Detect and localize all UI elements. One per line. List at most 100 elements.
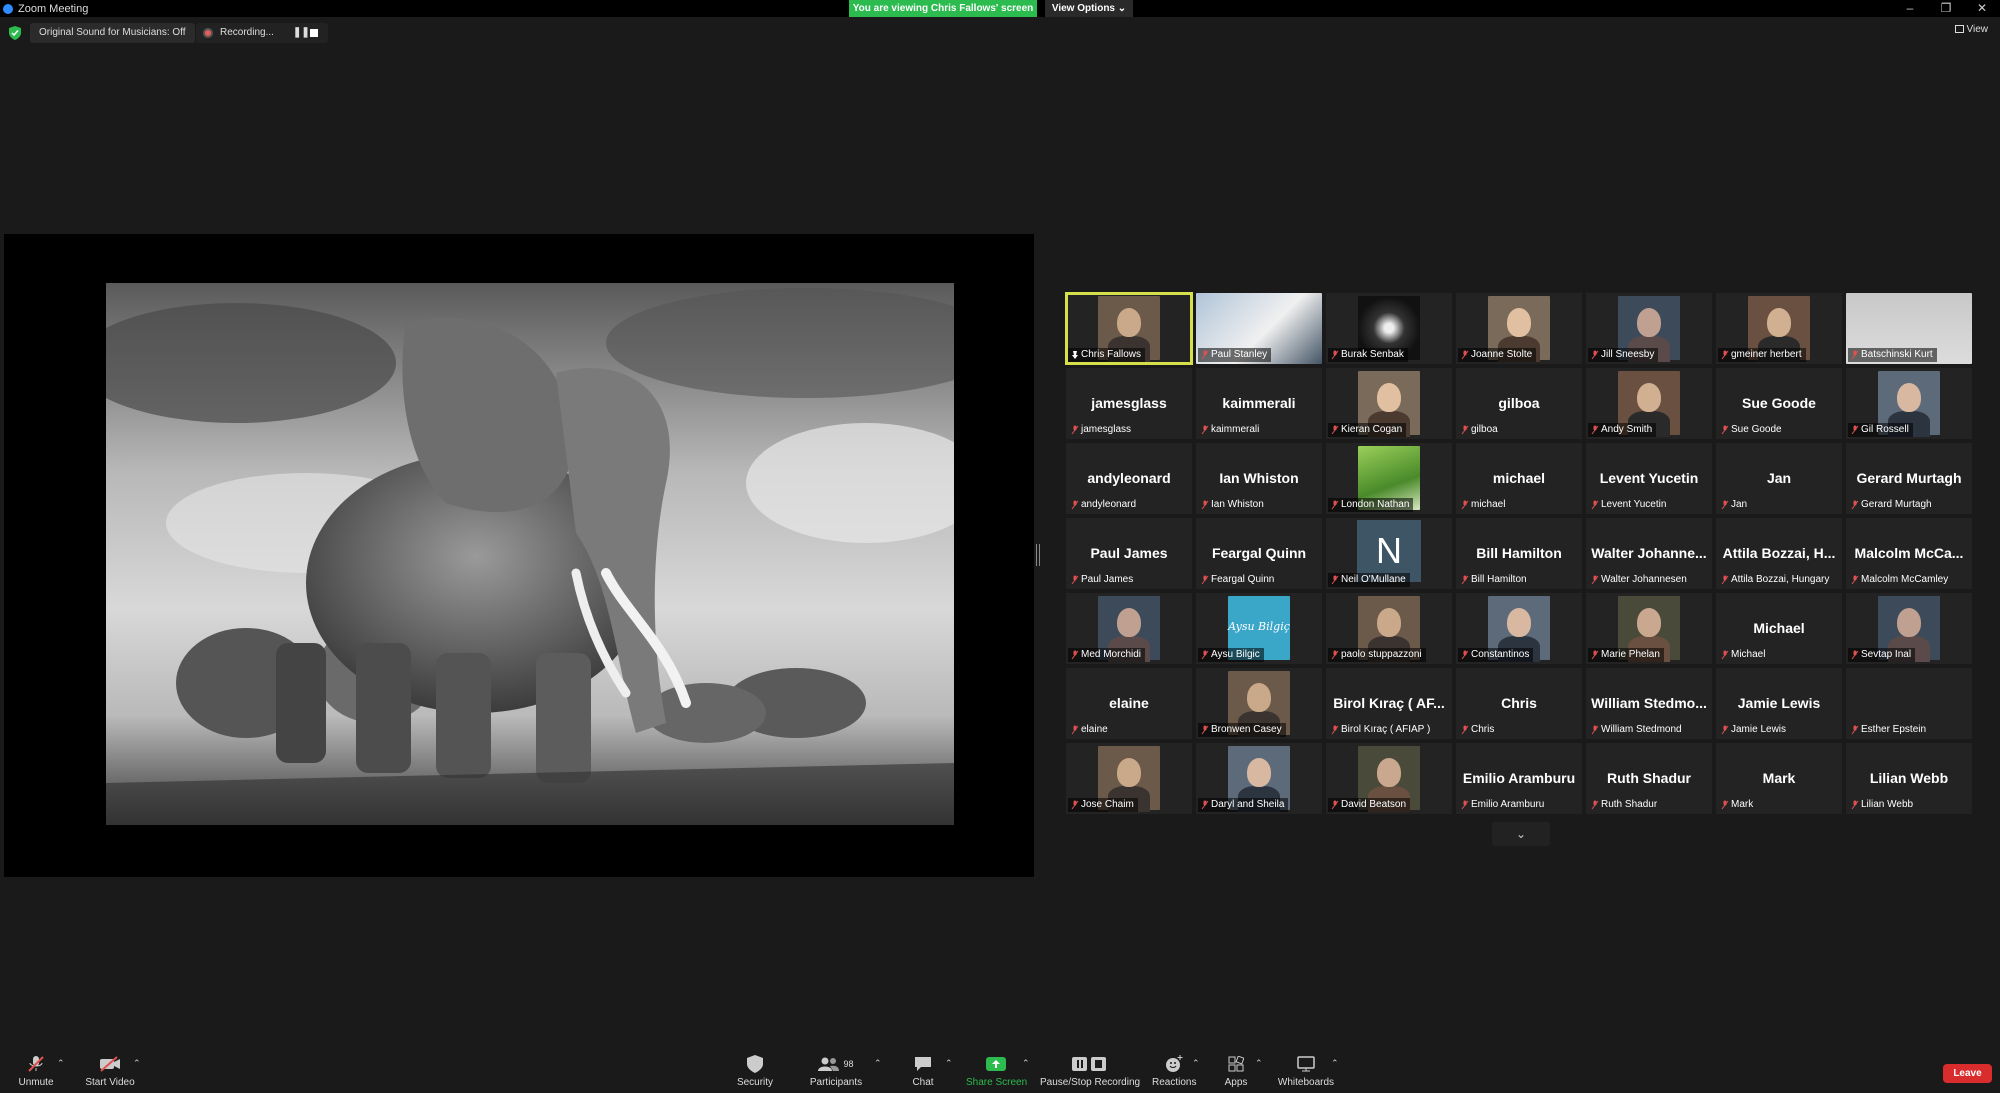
leave-button[interactable]: Leave: [1943, 1064, 1992, 1083]
view-options-button[interactable]: View Options ⌄: [1045, 0, 1133, 17]
participant-tile[interactable]: Ruth Shadur Ruth Shadur: [1586, 743, 1712, 814]
participant-tile[interactable]: Jamie Lewis Jamie Lewis: [1716, 668, 1842, 739]
apps-button[interactable]: Apps: [1220, 1054, 1252, 1092]
participant-tile[interactable]: elaine elaine: [1066, 668, 1192, 739]
participant-display-name: Sue Goode: [1742, 395, 1816, 411]
participant-tile[interactable]: Sue Goode Sue Goode: [1716, 368, 1842, 439]
share-options-caret-icon[interactable]: ⌃: [1022, 1058, 1030, 1069]
participant-tile[interactable]: Paul Stanley: [1196, 293, 1322, 364]
participant-name-label: Chris Fallows: [1068, 348, 1146, 362]
participant-tile[interactable]: Andy Smith: [1586, 368, 1712, 439]
mic-muted-icon: [1461, 500, 1469, 510]
view-button[interactable]: View: [1954, 24, 1988, 35]
participant-tile[interactable]: Lilian Webb Lilian Webb: [1846, 743, 1972, 814]
panel-resize-handle[interactable]: [1036, 544, 1040, 566]
participant-name: andyleonard: [1081, 499, 1137, 510]
participant-tile[interactable]: Chris Fallows: [1065, 292, 1193, 365]
participant-tile[interactable]: Ian Whiston Ian Whiston: [1196, 443, 1322, 514]
participants-button[interactable]: 98 Participants: [808, 1054, 864, 1092]
pause-stop-recording-button[interactable]: Pause/Stop Recording: [1040, 1054, 1140, 1092]
participant-tile[interactable]: Jan Jan: [1716, 443, 1842, 514]
participant-tile[interactable]: Walter Johanne... Walter Johannesen: [1586, 518, 1712, 589]
participant-tile[interactable]: William Stedmo... William Stedmond: [1586, 668, 1712, 739]
participant-tile[interactable]: paolo stuppazzoni: [1326, 593, 1452, 664]
chat-button[interactable]: Chat: [905, 1054, 941, 1092]
participant-tile[interactable]: Malcolm McCa... Malcolm McCamley: [1846, 518, 1972, 589]
participant-name: Jan: [1731, 499, 1748, 510]
participant-logo-text: Aysu Bilgiç: [1228, 620, 1290, 633]
participant-name: Levent Yucetin: [1601, 499, 1667, 510]
whiteboards-options-caret-icon[interactable]: ⌃: [1331, 1058, 1339, 1069]
participant-tile[interactable]: Paul James Paul James: [1066, 518, 1192, 589]
participant-tile[interactable]: Attila Bozzai, H... Attila Bozzai, Hungar…: [1716, 518, 1842, 589]
participant-name-label: michael: [1458, 498, 1509, 512]
window-title: Zoom Meeting: [18, 2, 89, 15]
apps-options-caret-icon[interactable]: ⌃: [1255, 1058, 1263, 1069]
participant-tile[interactable]: Feargal Quinn Feargal Quinn: [1196, 518, 1322, 589]
unmute-button[interactable]: Unmute: [14, 1054, 58, 1092]
participant-tile[interactable]: andyleonard andyleonard: [1066, 443, 1192, 514]
participant-tile[interactable]: David Beatson: [1326, 743, 1452, 814]
participant-tile[interactable]: jamesglass jamesglass: [1066, 368, 1192, 439]
participant-tile[interactable]: Constantinos: [1456, 593, 1582, 664]
participant-tile[interactable]: Bill Hamilton Bill Hamilton: [1456, 518, 1582, 589]
participant-tile[interactable]: gilboa gilboa: [1456, 368, 1582, 439]
stop-recording-icon[interactable]: [310, 29, 318, 37]
participant-tile[interactable]: Emilio Aramburu Emilio Aramburu: [1456, 743, 1582, 814]
participant-tile[interactable]: N Neil O'Mullane: [1326, 518, 1452, 589]
whiteboards-button[interactable]: Whiteboards: [1276, 1054, 1336, 1092]
participant-name: Jill Sneesby: [1601, 349, 1655, 360]
participant-tile[interactable]: Chris Chris: [1456, 668, 1582, 739]
audio-options-caret-icon[interactable]: ⌃: [57, 1058, 65, 1069]
participant-tile[interactable]: Daryl and Sheila: [1196, 743, 1322, 814]
mic-muted-icon: [1071, 725, 1079, 735]
participants-options-caret-icon[interactable]: ⌃: [874, 1058, 882, 1069]
scroll-down-chevron-icon[interactable]: ⌄: [1492, 822, 1550, 846]
participant-tile[interactable]: Jill Sneesby: [1586, 293, 1712, 364]
participant-tile[interactable]: Michael Michael: [1716, 593, 1842, 664]
original-sound-toggle[interactable]: Original Sound for Musicians: Off: [30, 23, 195, 43]
participant-name-label: Mark: [1718, 798, 1757, 812]
participant-tile[interactable]: Batschinski Kurt: [1846, 293, 1972, 364]
participant-tile[interactable]: Aysu Bilgiç Aysu Bilgic: [1196, 593, 1322, 664]
participant-tile[interactable]: Levent Yucetin Levent Yucetin: [1586, 443, 1712, 514]
participant-name: William Stedmond: [1601, 724, 1682, 735]
participant-tile[interactable]: Esther Epstein: [1846, 668, 1972, 739]
video-options-caret-icon[interactable]: ⌃: [133, 1058, 141, 1069]
participant-tile[interactable]: Med Morchidi: [1066, 593, 1192, 664]
chat-options-caret-icon[interactable]: ⌃: [945, 1058, 953, 1069]
participant-tile[interactable]: Burak Senbak: [1326, 293, 1452, 364]
pause-recording-icon[interactable]: ❚❚: [293, 23, 310, 43]
participant-name-label: Bronwen Casey: [1198, 723, 1286, 737]
share-screen-button[interactable]: Share Screen: [966, 1054, 1027, 1092]
participant-tile[interactable]: kaimmerali kaimmerali: [1196, 368, 1322, 439]
participant-display-name: Attila Bozzai, H...: [1722, 545, 1836, 561]
mic-muted-icon: [1721, 425, 1729, 435]
participant-tile[interactable]: Marie Phelan: [1586, 593, 1712, 664]
participant-tile[interactable]: Gil Rossell: [1846, 368, 1972, 439]
participant-display-name: Birol Kıraç ( AF...: [1333, 695, 1445, 711]
participant-name: jamesglass: [1081, 424, 1132, 435]
participants-icon: [818, 1057, 840, 1071]
restore-button[interactable]: ❐: [1928, 0, 1964, 17]
participant-tile[interactable]: Gerard Murtagh Gerard Murtagh: [1846, 443, 1972, 514]
mic-muted-icon: [1591, 425, 1599, 435]
encryption-shield-icon[interactable]: [9, 26, 21, 40]
security-button[interactable]: Security: [733, 1054, 777, 1092]
participant-tile[interactable]: Jose Chaim: [1066, 743, 1192, 814]
mic-muted-icon: [1331, 425, 1339, 435]
reactions-button[interactable]: Reactions: [1152, 1054, 1196, 1092]
participant-tile[interactable]: michael michael: [1456, 443, 1582, 514]
participant-tile[interactable]: gmeiner herbert: [1716, 293, 1842, 364]
participant-tile[interactable]: Sevtap Inal: [1846, 593, 1972, 664]
start-video-button[interactable]: Start Video: [82, 1054, 138, 1092]
participant-tile[interactable]: London Nathan: [1326, 443, 1452, 514]
participant-tile[interactable]: Mark Mark: [1716, 743, 1842, 814]
participant-tile[interactable]: Bronwen Casey: [1196, 668, 1322, 739]
participant-tile[interactable]: Joanne Stolte: [1456, 293, 1582, 364]
minimize-button[interactable]: –: [1892, 0, 1928, 17]
close-window-button[interactable]: ✕: [1964, 0, 2000, 17]
reactions-options-caret-icon[interactable]: ⌃: [1192, 1058, 1200, 1069]
participant-tile[interactable]: Kieran Cogan: [1326, 368, 1452, 439]
participant-tile[interactable]: Birol Kıraç ( AF... Birol Kıraç ( AFIAP ): [1326, 668, 1452, 739]
